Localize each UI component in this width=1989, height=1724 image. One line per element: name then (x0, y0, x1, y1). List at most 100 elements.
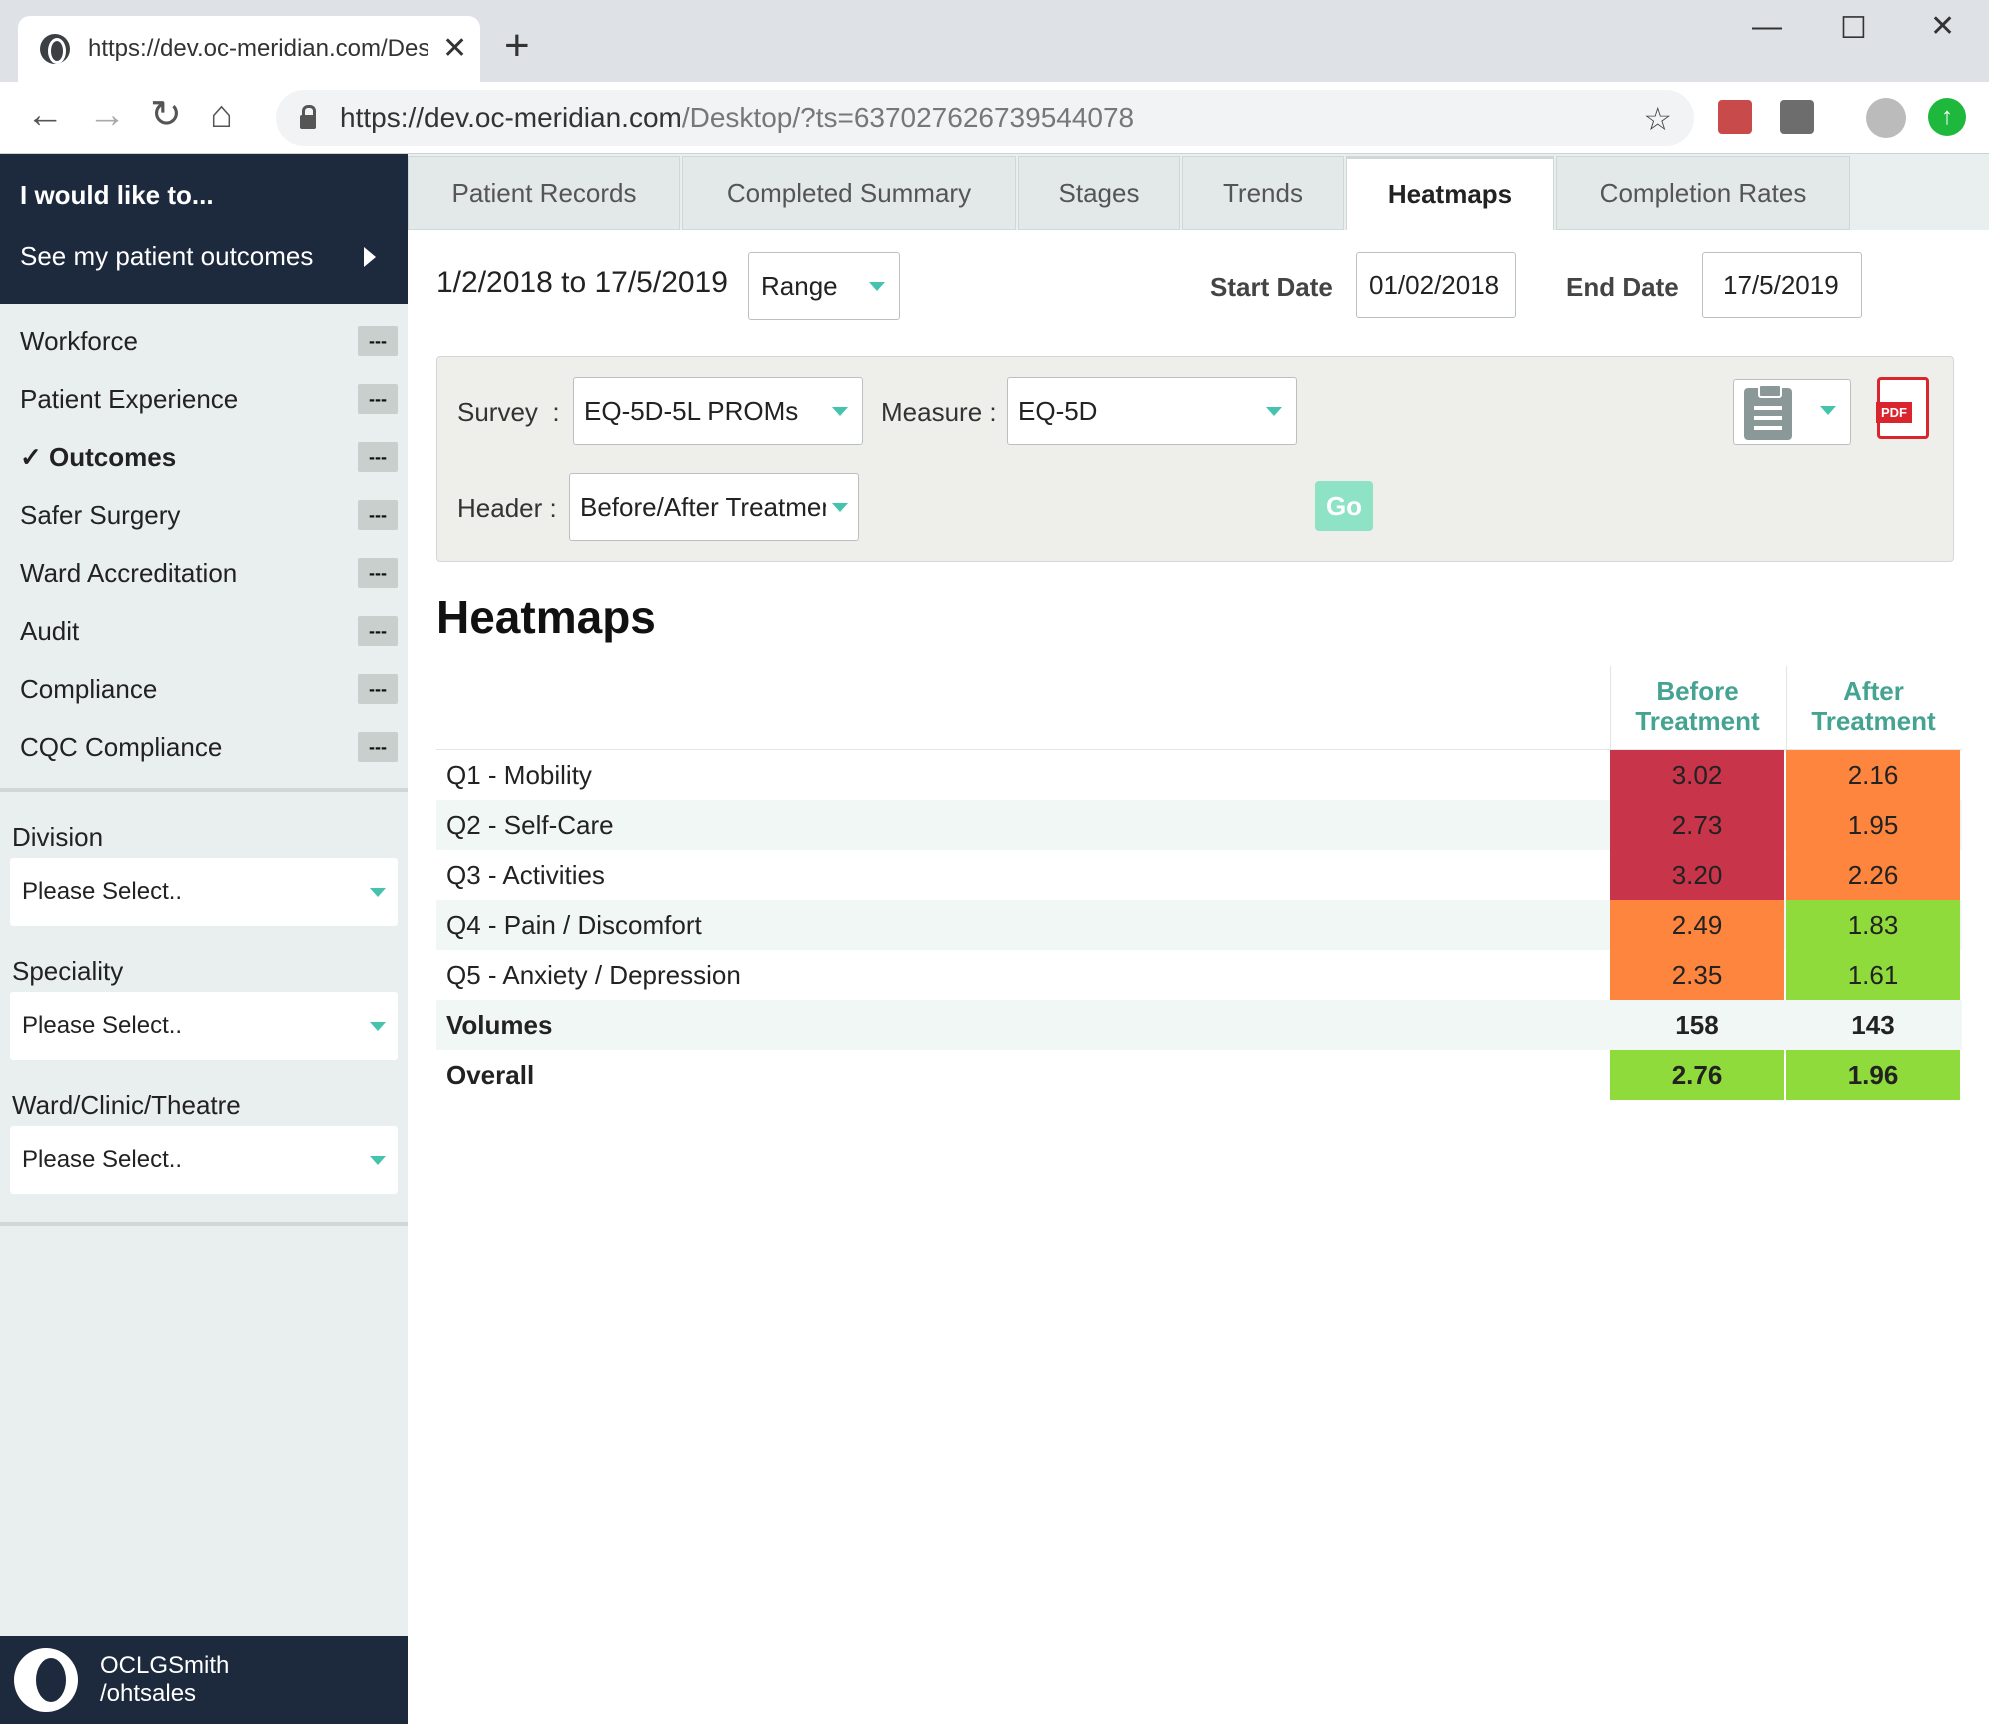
tab-heatmaps[interactable]: Heatmaps (1346, 156, 1554, 230)
see-outcomes-label: See my patient outcomes (20, 241, 314, 271)
sidebar-item-outcomes[interactable]: ✓ Outcomes --- (0, 428, 408, 486)
column-header-before: Before Treatment (1610, 666, 1784, 750)
header-value: Before/After Treatment (580, 491, 826, 522)
user-org: /ohtsales (100, 1680, 197, 1707)
ward-select[interactable]: Please Select.. (10, 1126, 398, 1194)
header-select[interactable]: Before/After Treatment (569, 473, 859, 541)
expand-button[interactable]: --- (358, 500, 398, 530)
table-row: Q4 - Pain / Discomfort 2.49 1.83 (436, 900, 1962, 950)
sidebar-item-safer-surgery[interactable]: Safer Surgery --- (0, 486, 408, 544)
expand-button[interactable]: --- (358, 616, 398, 646)
minimize-icon[interactable]: — (1752, 12, 1782, 42)
sidebar-item-label: Audit (20, 615, 80, 646)
tab-stages[interactable]: Stages (1018, 156, 1180, 230)
start-date-input[interactable]: 01/02/2018 (1356, 252, 1516, 318)
survey-filter-panel: Survey : EQ-5D-5L PROMs Measure : EQ-5D … (436, 356, 1954, 562)
user-footer[interactable]: OCLGSmith /ohtsales (0, 1636, 408, 1724)
heat-cell: 2.49 (1610, 900, 1784, 950)
division-select[interactable]: Please Select.. (10, 858, 398, 926)
close-tab-icon[interactable]: ✕ (442, 34, 467, 64)
tab-completion-rates[interactable]: Completion Rates (1556, 156, 1850, 230)
heat-cell: 2.73 (1610, 800, 1784, 850)
header-label: Header : (457, 493, 557, 523)
clipboard-icon (1744, 384, 1792, 440)
survey-value: EQ-5D-5L PROMs (584, 395, 799, 426)
expand-button[interactable]: --- (358, 558, 398, 588)
sidebar-item-label: Ward Accreditation (20, 557, 238, 588)
date-range-text: 1/2/2018 to 17/5/2019 (436, 266, 728, 299)
sidebar-item-label: Workforce (20, 325, 138, 356)
tab-patient-records[interactable]: Patient Records (408, 156, 680, 230)
end-date-input[interactable]: 17/5/2019 (1702, 252, 1862, 318)
sidebar-item-cqc-compliance[interactable]: CQC Compliance --- (0, 718, 408, 776)
row-label: Q3 - Activities (446, 860, 605, 890)
start-date-label: Start Date (1210, 272, 1333, 302)
sidebar-item-label: Safer Surgery (20, 499, 181, 530)
chevron-down-icon (1820, 406, 1836, 415)
expand-button[interactable]: --- (358, 674, 398, 704)
see-outcomes-link[interactable]: See my patient outcomes (20, 211, 388, 272)
extension-icon[interactable] (1780, 100, 1814, 134)
sidebar-item-compliance[interactable]: Compliance --- (0, 660, 408, 718)
expand-button[interactable]: --- (358, 732, 398, 762)
export-clipboard-button[interactable] (1733, 379, 1851, 445)
heat-cell: 3.02 (1610, 750, 1784, 800)
browser-tab-strip: https://dev.oc-meridian.com/Des ✕ + — ☐ … (0, 0, 1989, 82)
division-label: Division (12, 822, 104, 852)
sidebar-header: I would like to... See my patient outcom… (0, 154, 408, 304)
acrobat-extension-icon[interactable] (1718, 100, 1752, 134)
heat-cell: 2.26 (1786, 850, 1960, 900)
sidebar-item-workforce[interactable]: Workforce --- (0, 312, 408, 370)
volume-cell: 158 (1675, 1010, 1719, 1040)
maximize-icon[interactable]: ☐ (1840, 14, 1867, 44)
range-mode-select[interactable]: Range (748, 252, 900, 320)
back-icon[interactable]: ← (26, 96, 64, 134)
home-icon[interactable]: ⌂ (210, 96, 233, 134)
range-mode-value: Range (761, 270, 838, 301)
row-label: Q4 - Pain / Discomfort (446, 910, 702, 940)
app-logo-icon (14, 1648, 78, 1712)
chevron-down-icon (832, 502, 848, 512)
sidebar-item-patient-experience[interactable]: Patient Experience --- (0, 370, 408, 428)
expand-button[interactable]: --- (358, 384, 398, 414)
end-date-label: End Date (1566, 272, 1679, 302)
chevron-down-icon (869, 281, 885, 291)
new-tab-icon[interactable]: + (504, 24, 530, 68)
sidebar-item-ward-accreditation[interactable]: Ward Accreditation --- (0, 544, 408, 602)
go-button[interactable]: Go (1315, 481, 1373, 531)
sidebar-item-audit[interactable]: Audit --- (0, 602, 408, 660)
tab-completed-summary[interactable]: Completed Summary (682, 156, 1016, 230)
pdf-export-icon[interactable]: PDF (1876, 377, 1929, 439)
heat-cell: 3.20 (1610, 850, 1784, 900)
speciality-label: Speciality (12, 956, 124, 986)
divider (0, 1222, 408, 1226)
browser-toolbar: ← → ↻ ⌂ https://dev.oc-meridian.com/Desk… (0, 82, 1989, 154)
browser-tab[interactable]: https://dev.oc-meridian.com/Des ✕ (18, 16, 480, 82)
url-path: /Desktop/?ts=637027626739544078 (681, 102, 1135, 133)
speciality-select[interactable]: Please Select.. (10, 992, 398, 1060)
table-row: Q1 - Mobility 3.02 2.16 (436, 750, 1962, 800)
tab-trends[interactable]: Trends (1182, 156, 1344, 230)
reload-icon[interactable]: ↻ (150, 96, 182, 134)
survey-select[interactable]: EQ-5D-5L PROMs (573, 377, 863, 445)
caret-right-icon (364, 246, 376, 267)
expand-button[interactable]: --- (358, 442, 398, 472)
division-value: Please Select.. (22, 878, 183, 905)
window-close-icon[interactable]: ✕ (1930, 12, 1955, 42)
profile-avatar-icon[interactable] (1866, 98, 1906, 138)
sidebar-item-label: Compliance (20, 673, 158, 704)
heat-cell: 1.61 (1786, 950, 1960, 1000)
address-bar[interactable]: https://dev.oc-meridian.com/Desktop/?ts=… (276, 90, 1694, 146)
heat-cell: 1.95 (1786, 800, 1960, 850)
measure-label: Measure : (881, 397, 997, 427)
expand-button[interactable]: --- (358, 326, 398, 356)
volume-cell: 143 (1851, 1010, 1895, 1040)
heatmap-header-row: Before Treatment After Treatment (436, 666, 1962, 750)
chevron-down-icon (370, 1155, 386, 1165)
sidebar-menu: Workforce --- Patient Experience --- ✓ O… (0, 304, 408, 776)
measure-select[interactable]: EQ-5D (1007, 377, 1297, 445)
update-icon[interactable]: ↑ (1928, 98, 1966, 136)
sidebar-item-label: Patient Experience (20, 383, 239, 414)
forward-icon[interactable]: → (88, 96, 126, 134)
bookmark-star-icon[interactable]: ☆ (1643, 100, 1672, 138)
